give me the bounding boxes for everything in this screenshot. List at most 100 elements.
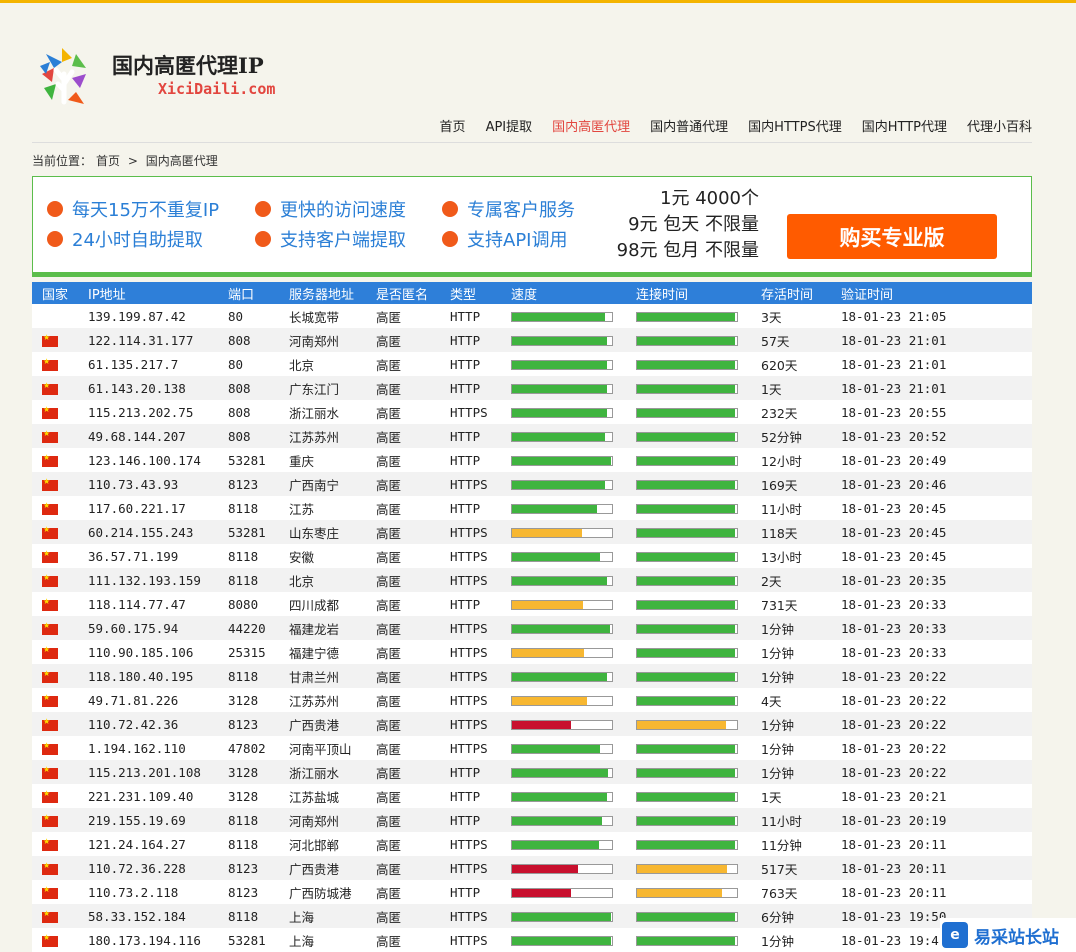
cn-flag-icon: [42, 453, 58, 467]
bar-fill: [637, 529, 735, 537]
nav-normal[interactable]: 国内普通代理: [650, 116, 728, 135]
verify-cell: 18-01-23 20:22: [841, 764, 947, 780]
loc-cell: 福建龙岩: [289, 621, 340, 637]
breadcrumb-current: 国内高匿代理: [145, 154, 218, 168]
anon-cell: 高匿: [376, 309, 402, 325]
ip-cell: 59.60.175.94: [88, 620, 179, 636]
anon-cell: 高匿: [376, 717, 402, 733]
promo-feature: 专属客户服务: [442, 196, 575, 222]
speed-cell: [511, 496, 636, 520]
site-title[interactable]: 国内高匿代理IP: [112, 50, 264, 80]
loc-cell: 广西贵港: [289, 717, 340, 733]
nav-home[interactable]: 首页: [440, 116, 466, 135]
port-cell: 25315: [228, 644, 266, 660]
country-cell: [32, 880, 88, 904]
bar-fill: [512, 865, 578, 873]
e-icon: e: [942, 922, 968, 948]
bar-fill: [637, 817, 735, 825]
country-cell: [32, 616, 88, 640]
type-cell: HTTPS: [450, 644, 488, 660]
bar-fill: [637, 673, 735, 681]
ip-cell: 110.72.36.228: [88, 860, 186, 876]
table-row: 115.213.201.108 3128 浙江丽水 高匿 HTTP 1分钟 18-01-23…: [32, 760, 1032, 784]
port-cell: 808: [228, 404, 251, 420]
connect-time-cell: [636, 376, 761, 400]
alive-cell: 118天: [761, 525, 798, 541]
bar-fill: [637, 649, 735, 657]
cn-flag-icon: [42, 549, 58, 563]
anon-cell: 高匿: [376, 885, 402, 901]
alive-cell: 232天: [761, 405, 798, 421]
bar-fill: [512, 841, 599, 849]
anon-cell: 高匿: [376, 501, 402, 517]
bar-fill: [637, 337, 735, 345]
buy-pro-button[interactable]: 购买专业版: [787, 214, 997, 259]
speed-cell: [511, 760, 636, 784]
feature-text: 每天15万不重复IP: [72, 200, 220, 221]
anon-cell: 高匿: [376, 861, 402, 877]
loc-cell: 河北邯郸: [289, 837, 340, 853]
speed-bar: [511, 312, 613, 322]
type-cell: HTTPS: [450, 548, 488, 564]
alive-cell: 1分钟: [761, 933, 794, 949]
speed-cell: [511, 784, 636, 808]
col-country: 国家: [42, 287, 69, 303]
bar-fill: [512, 745, 600, 753]
country-cell: [32, 424, 88, 448]
nav-api[interactable]: API提取: [486, 116, 533, 135]
breadcrumb-home[interactable]: 首页: [96, 154, 120, 168]
port-cell: 80: [228, 356, 244, 372]
connect-time-cell: [636, 520, 761, 544]
loc-cell: 河南郑州: [289, 333, 340, 349]
cn-flag-icon: [42, 381, 58, 395]
cn-flag-icon: [42, 429, 58, 443]
country-cell: [32, 688, 88, 712]
type-cell: HTTPS: [450, 692, 488, 708]
connect-time-bar: [636, 384, 738, 394]
speed-cell: [511, 472, 636, 496]
ip-cell: 36.57.71.199: [88, 548, 179, 564]
connect-time-cell: [636, 832, 761, 856]
speed-bar: [511, 648, 613, 658]
port-cell: 808: [228, 380, 251, 396]
verify-cell: 18-01-23 20:52: [841, 428, 947, 444]
nav-http[interactable]: 国内HTTP代理: [862, 116, 947, 135]
cn-flag-icon: [42, 693, 58, 707]
anon-cell: 高匿: [376, 429, 402, 445]
loc-cell: 广西防城港: [289, 885, 352, 901]
ip-cell: 139.199.87.42: [88, 308, 186, 324]
anon-cell: 高匿: [376, 477, 402, 493]
site-domain[interactable]: XiciDaili.com: [158, 80, 275, 98]
country-cell: [32, 712, 88, 736]
connect-time-bar: [636, 816, 738, 826]
ip-cell: 110.73.2.118: [88, 884, 179, 900]
logo-icon[interactable]: [32, 44, 96, 108]
table-row: 115.213.202.75 808 浙江丽水 高匿 HTTPS 232天 18-01-23…: [32, 400, 1032, 424]
table-row: 118.180.40.195 8118 甘肃兰州 高匿 HTTPS 1分钟 18-01-23…: [32, 664, 1032, 688]
speed-cell: [511, 712, 636, 736]
connect-time-bar: [636, 840, 738, 850]
top-accent-bar: [0, 0, 1076, 3]
bullet-icon: [255, 201, 271, 217]
cn-flag-icon: [42, 717, 58, 731]
type-cell: HTTP: [450, 428, 481, 444]
price-line: 98元 包月 不限量: [616, 240, 759, 261]
bar-fill: [637, 913, 735, 921]
port-cell: 3128: [228, 788, 259, 804]
cn-flag-icon: [42, 933, 58, 947]
speed-bar: [511, 384, 613, 394]
type-cell: HTTPS: [450, 932, 488, 948]
connect-time-bar: [636, 672, 738, 682]
connect-time-cell: [636, 688, 761, 712]
bar-fill: [637, 433, 735, 441]
nav-https[interactable]: 国内HTTPS代理: [748, 116, 842, 135]
speed-bar: [511, 864, 613, 874]
connect-time-cell: [636, 928, 761, 952]
type-cell: HTTPS: [450, 572, 488, 588]
ip-cell: 61.135.217.7: [88, 356, 179, 372]
nav-high-anon[interactable]: 国内高匿代理: [552, 116, 630, 135]
nav-wiki[interactable]: 代理小百科: [967, 116, 1032, 135]
connect-time-cell: [636, 784, 761, 808]
type-cell: HTTPS: [450, 836, 488, 852]
type-cell: HTTP: [450, 356, 481, 372]
